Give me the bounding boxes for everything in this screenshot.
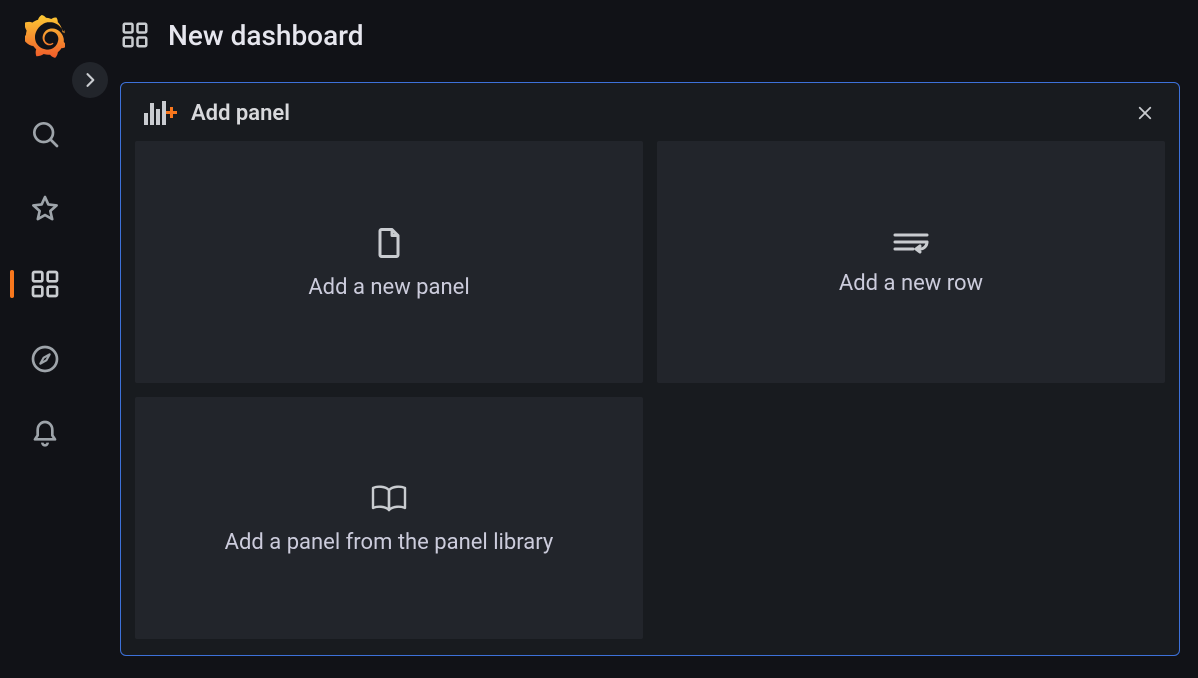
star-icon bbox=[29, 193, 61, 225]
book-icon bbox=[369, 482, 409, 516]
sidebar-item-search[interactable] bbox=[0, 96, 90, 171]
grafana-logo[interactable] bbox=[22, 14, 68, 60]
empty-slot bbox=[657, 397, 1165, 639]
bell-icon bbox=[29, 418, 61, 450]
wrap-rows-icon bbox=[891, 229, 931, 257]
search-icon bbox=[29, 118, 61, 150]
topbar: New dashboard bbox=[90, 0, 1198, 70]
sidebar-item-explore[interactable] bbox=[0, 321, 90, 396]
sidebar-item-dashboards[interactable] bbox=[0, 246, 90, 321]
add-panel-from-library-label: Add a panel from the panel library bbox=[225, 530, 554, 555]
file-icon bbox=[371, 225, 407, 261]
sidebar-item-starred[interactable] bbox=[0, 171, 90, 246]
compass-icon bbox=[29, 343, 61, 375]
sidebar-item-alerts[interactable] bbox=[0, 396, 90, 471]
panel-header: Add panel bbox=[121, 83, 1179, 141]
close-icon bbox=[1136, 104, 1154, 122]
panel-options-grid: Add a new panel Add a new row bbox=[121, 141, 1179, 655]
close-button[interactable] bbox=[1133, 101, 1157, 125]
add-new-panel-label: Add a new panel bbox=[308, 275, 469, 300]
panel-title: Add panel bbox=[191, 101, 290, 126]
dashboard-icon bbox=[120, 20, 150, 50]
sidebar bbox=[0, 0, 90, 678]
add-panel-icon bbox=[143, 99, 179, 127]
add-new-panel-button[interactable]: Add a new panel bbox=[135, 141, 643, 383]
dashboard-icon bbox=[29, 268, 61, 300]
add-new-row-label: Add a new row bbox=[839, 271, 983, 296]
add-new-row-button[interactable]: Add a new row bbox=[657, 141, 1165, 383]
add-panel-from-library-button[interactable]: Add a panel from the panel library bbox=[135, 397, 643, 639]
add-panel-container: Add panel Add a new panel bbox=[120, 82, 1180, 656]
main: New dashboard Add panel bbox=[90, 0, 1198, 678]
expand-sidebar-button[interactable] bbox=[72, 62, 108, 98]
chevron-right-icon bbox=[80, 70, 100, 90]
page-title: New dashboard bbox=[168, 19, 364, 52]
content: Add panel Add a new panel bbox=[90, 70, 1198, 678]
